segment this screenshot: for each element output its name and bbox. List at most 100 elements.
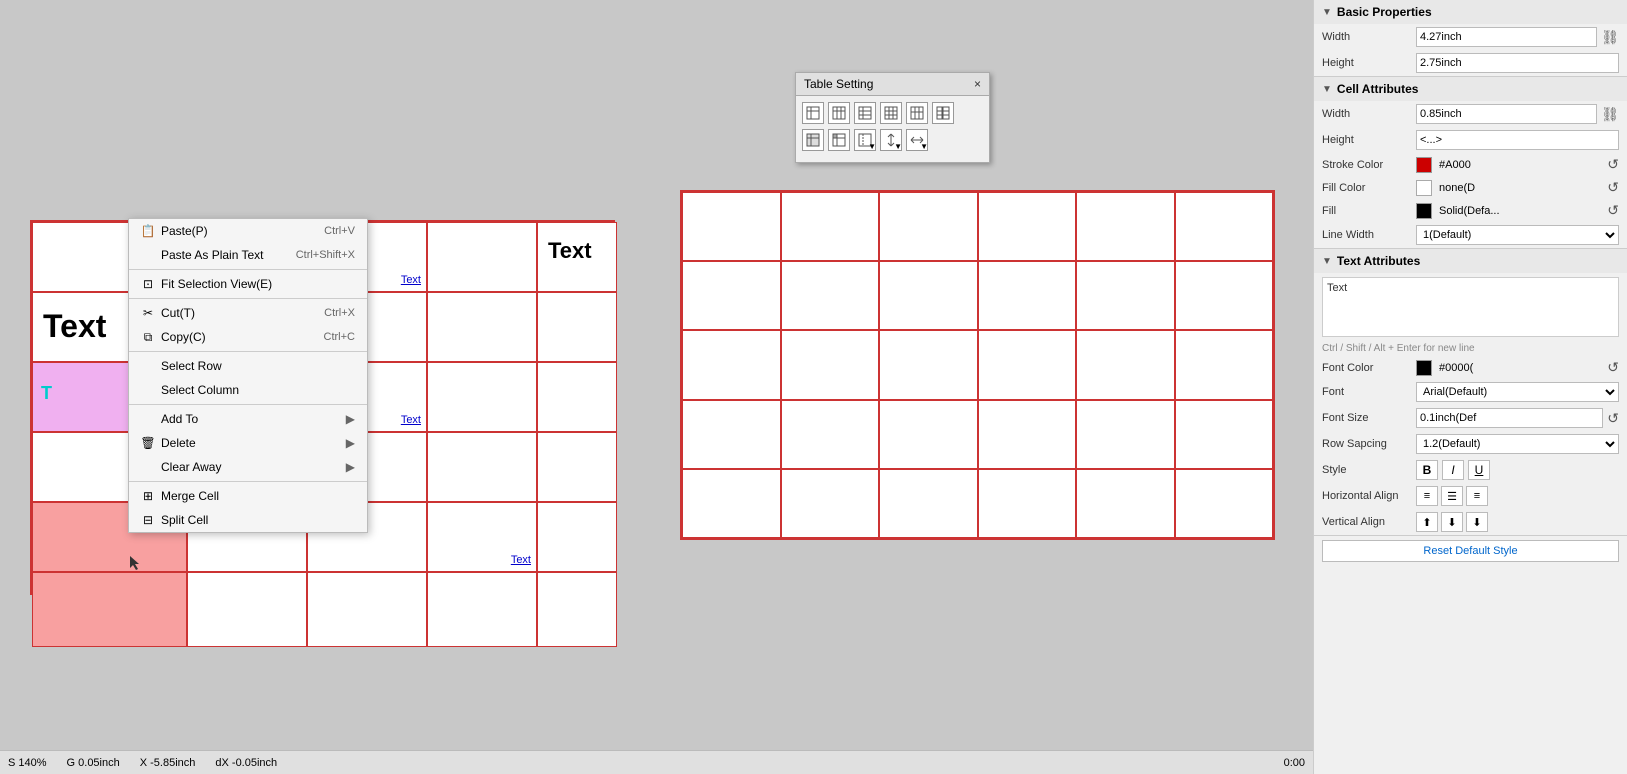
menu-item-clear-away[interactable]: Clear Away ▶ (129, 455, 367, 479)
stroke-refresh-btn[interactable]: ↺ (1607, 156, 1619, 173)
reset-default-style-button[interactable]: Reset Default Style (1322, 540, 1619, 562)
table-right[interactable] (680, 190, 1275, 540)
tr-c25[interactable] (682, 469, 781, 538)
tr-c13[interactable] (682, 330, 781, 399)
tr-c6[interactable] (1175, 192, 1274, 261)
tr-c28[interactable] (978, 469, 1077, 538)
font-size-refresh-btn[interactable]: ↺ (1607, 410, 1619, 427)
cell-height-input[interactable] (1416, 130, 1619, 150)
table-icon-6[interactable] (932, 102, 954, 124)
table-icon-border[interactable]: ▼ (854, 129, 876, 151)
fill-swatch[interactable] (1416, 203, 1432, 219)
menu-item-paste-plain[interactable]: Paste As Plain Text Ctrl+Shift+X (129, 243, 367, 267)
cell-r6c4[interactable] (427, 572, 537, 647)
table-icon-7[interactable] (802, 129, 824, 151)
cell-attrs-collapse-arrow[interactable]: ▼ (1322, 84, 1332, 95)
tr-c1[interactable] (682, 192, 781, 261)
h-align-right-button[interactable]: ≡ (1466, 486, 1488, 506)
cell-r6c1[interactable] (32, 572, 187, 647)
menu-item-paste[interactable]: 📋 Paste(P) Ctrl+V (129, 219, 367, 243)
basic-height-input[interactable] (1416, 53, 1619, 73)
link-icon-basic[interactable]: ⛓ (1601, 29, 1619, 46)
menu-item-cut[interactable]: ✂ Cut(T) Ctrl+X (129, 301, 367, 325)
stroke-color-swatch[interactable] (1416, 157, 1432, 173)
table-icon-5[interactable] (906, 102, 928, 124)
h-align-center-button[interactable]: ☰ (1441, 486, 1463, 506)
tr-c8[interactable] (781, 261, 880, 330)
tr-c10[interactable] (978, 261, 1077, 330)
table-icon-3[interactable] (854, 102, 876, 124)
bold-button[interactable]: B (1416, 460, 1438, 480)
cell-r2c4[interactable] (427, 292, 537, 362)
tr-c21[interactable] (879, 400, 978, 469)
menu-item-fit[interactable]: ⊡ Fit Selection View(E) (129, 272, 367, 296)
tr-c29[interactable] (1076, 469, 1175, 538)
table-icon-4[interactable] (880, 102, 902, 124)
basic-width-input[interactable] (1416, 27, 1597, 47)
menu-item-add-to[interactable]: Add To ▶ (129, 407, 367, 431)
italic-button[interactable]: I (1442, 460, 1464, 480)
tr-c7[interactable] (682, 261, 781, 330)
cell-r4c4[interactable] (427, 432, 537, 502)
tr-c14[interactable] (781, 330, 880, 399)
dialog-close-button[interactable]: × (974, 77, 981, 91)
v-align-top-button[interactable]: ⬆ (1416, 512, 1438, 532)
cell-r4c5[interactable] (537, 432, 617, 502)
row-spacing-dropdown[interactable]: 1.2(Default) (1416, 434, 1619, 454)
cell-r5c5[interactable] (537, 502, 617, 572)
tr-c16[interactable] (978, 330, 1077, 399)
table-icon-align-v[interactable]: ▼ (880, 129, 902, 151)
tr-c4[interactable] (978, 192, 1077, 261)
text-attrs-collapse-arrow[interactable]: ▼ (1322, 256, 1332, 267)
tr-c20[interactable] (781, 400, 880, 469)
font-size-input[interactable] (1416, 408, 1603, 428)
tr-c27[interactable] (879, 469, 978, 538)
cell-r6c5[interactable] (537, 572, 617, 647)
tr-c24[interactable] (1175, 400, 1274, 469)
font-dropdown[interactable]: Arial(Default) (1416, 382, 1619, 402)
tr-c5[interactable] (1076, 192, 1175, 261)
menu-item-split[interactable]: ⊟ Split Cell (129, 508, 367, 532)
v-align-middle-button[interactable]: ⬇ (1441, 512, 1463, 532)
menu-item-select-row[interactable]: Select Row (129, 354, 367, 378)
v-align-bottom-button[interactable]: ⬇ (1466, 512, 1488, 532)
cell-r1c5[interactable]: Text (537, 222, 617, 292)
table-icon-8[interactable] (828, 129, 850, 151)
link-icon-cell[interactable]: ⛓ (1601, 106, 1619, 123)
menu-item-delete[interactable]: 🗑 Delete ▶ (129, 431, 367, 455)
tr-c9[interactable] (879, 261, 978, 330)
tr-c12[interactable] (1175, 261, 1274, 330)
line-width-dropdown[interactable]: 1(Default) (1416, 225, 1619, 245)
tr-c26[interactable] (781, 469, 880, 538)
cell-r3c4[interactable] (427, 362, 537, 432)
tr-c19[interactable] (682, 400, 781, 469)
font-color-swatch[interactable] (1416, 360, 1432, 376)
tr-c18[interactable] (1175, 330, 1274, 399)
text-input-area[interactable]: Text (1322, 277, 1619, 337)
tr-c17[interactable] (1076, 330, 1175, 399)
fill-color-swatch[interactable] (1416, 180, 1432, 196)
cell-width-input[interactable] (1416, 104, 1597, 124)
tr-c2[interactable] (781, 192, 880, 261)
menu-item-merge[interactable]: ⊞ Merge Cell (129, 484, 367, 508)
menu-item-select-column[interactable]: Select Column (129, 378, 367, 402)
font-color-refresh-btn[interactable]: ↺ (1607, 359, 1619, 376)
h-align-left-button[interactable]: ≡ (1416, 486, 1438, 506)
table-icon-2[interactable] (828, 102, 850, 124)
basic-props-collapse-arrow[interactable]: ▼ (1322, 7, 1332, 18)
tr-c22[interactable] (978, 400, 1077, 469)
cell-r5c4[interactable]: Text (427, 502, 537, 572)
tr-c3[interactable] (879, 192, 978, 261)
tr-c23[interactable] (1076, 400, 1175, 469)
table-icon-align-h[interactable]: ▼ (906, 129, 928, 151)
tr-c11[interactable] (1076, 261, 1175, 330)
fill-refresh-btn[interactable]: ↺ (1607, 179, 1619, 196)
cell-r6c3[interactable] (307, 572, 427, 647)
tr-c30[interactable] (1175, 469, 1274, 538)
fill-type-refresh-btn[interactable]: ↺ (1607, 202, 1619, 219)
menu-item-copy[interactable]: ⧉ Copy(C) Ctrl+C (129, 325, 367, 349)
table-icon-1[interactable] (802, 102, 824, 124)
cell-r6c2[interactable] (187, 572, 307, 647)
underline-button[interactable]: U (1468, 460, 1490, 480)
cell-r3c5[interactable] (537, 362, 617, 432)
